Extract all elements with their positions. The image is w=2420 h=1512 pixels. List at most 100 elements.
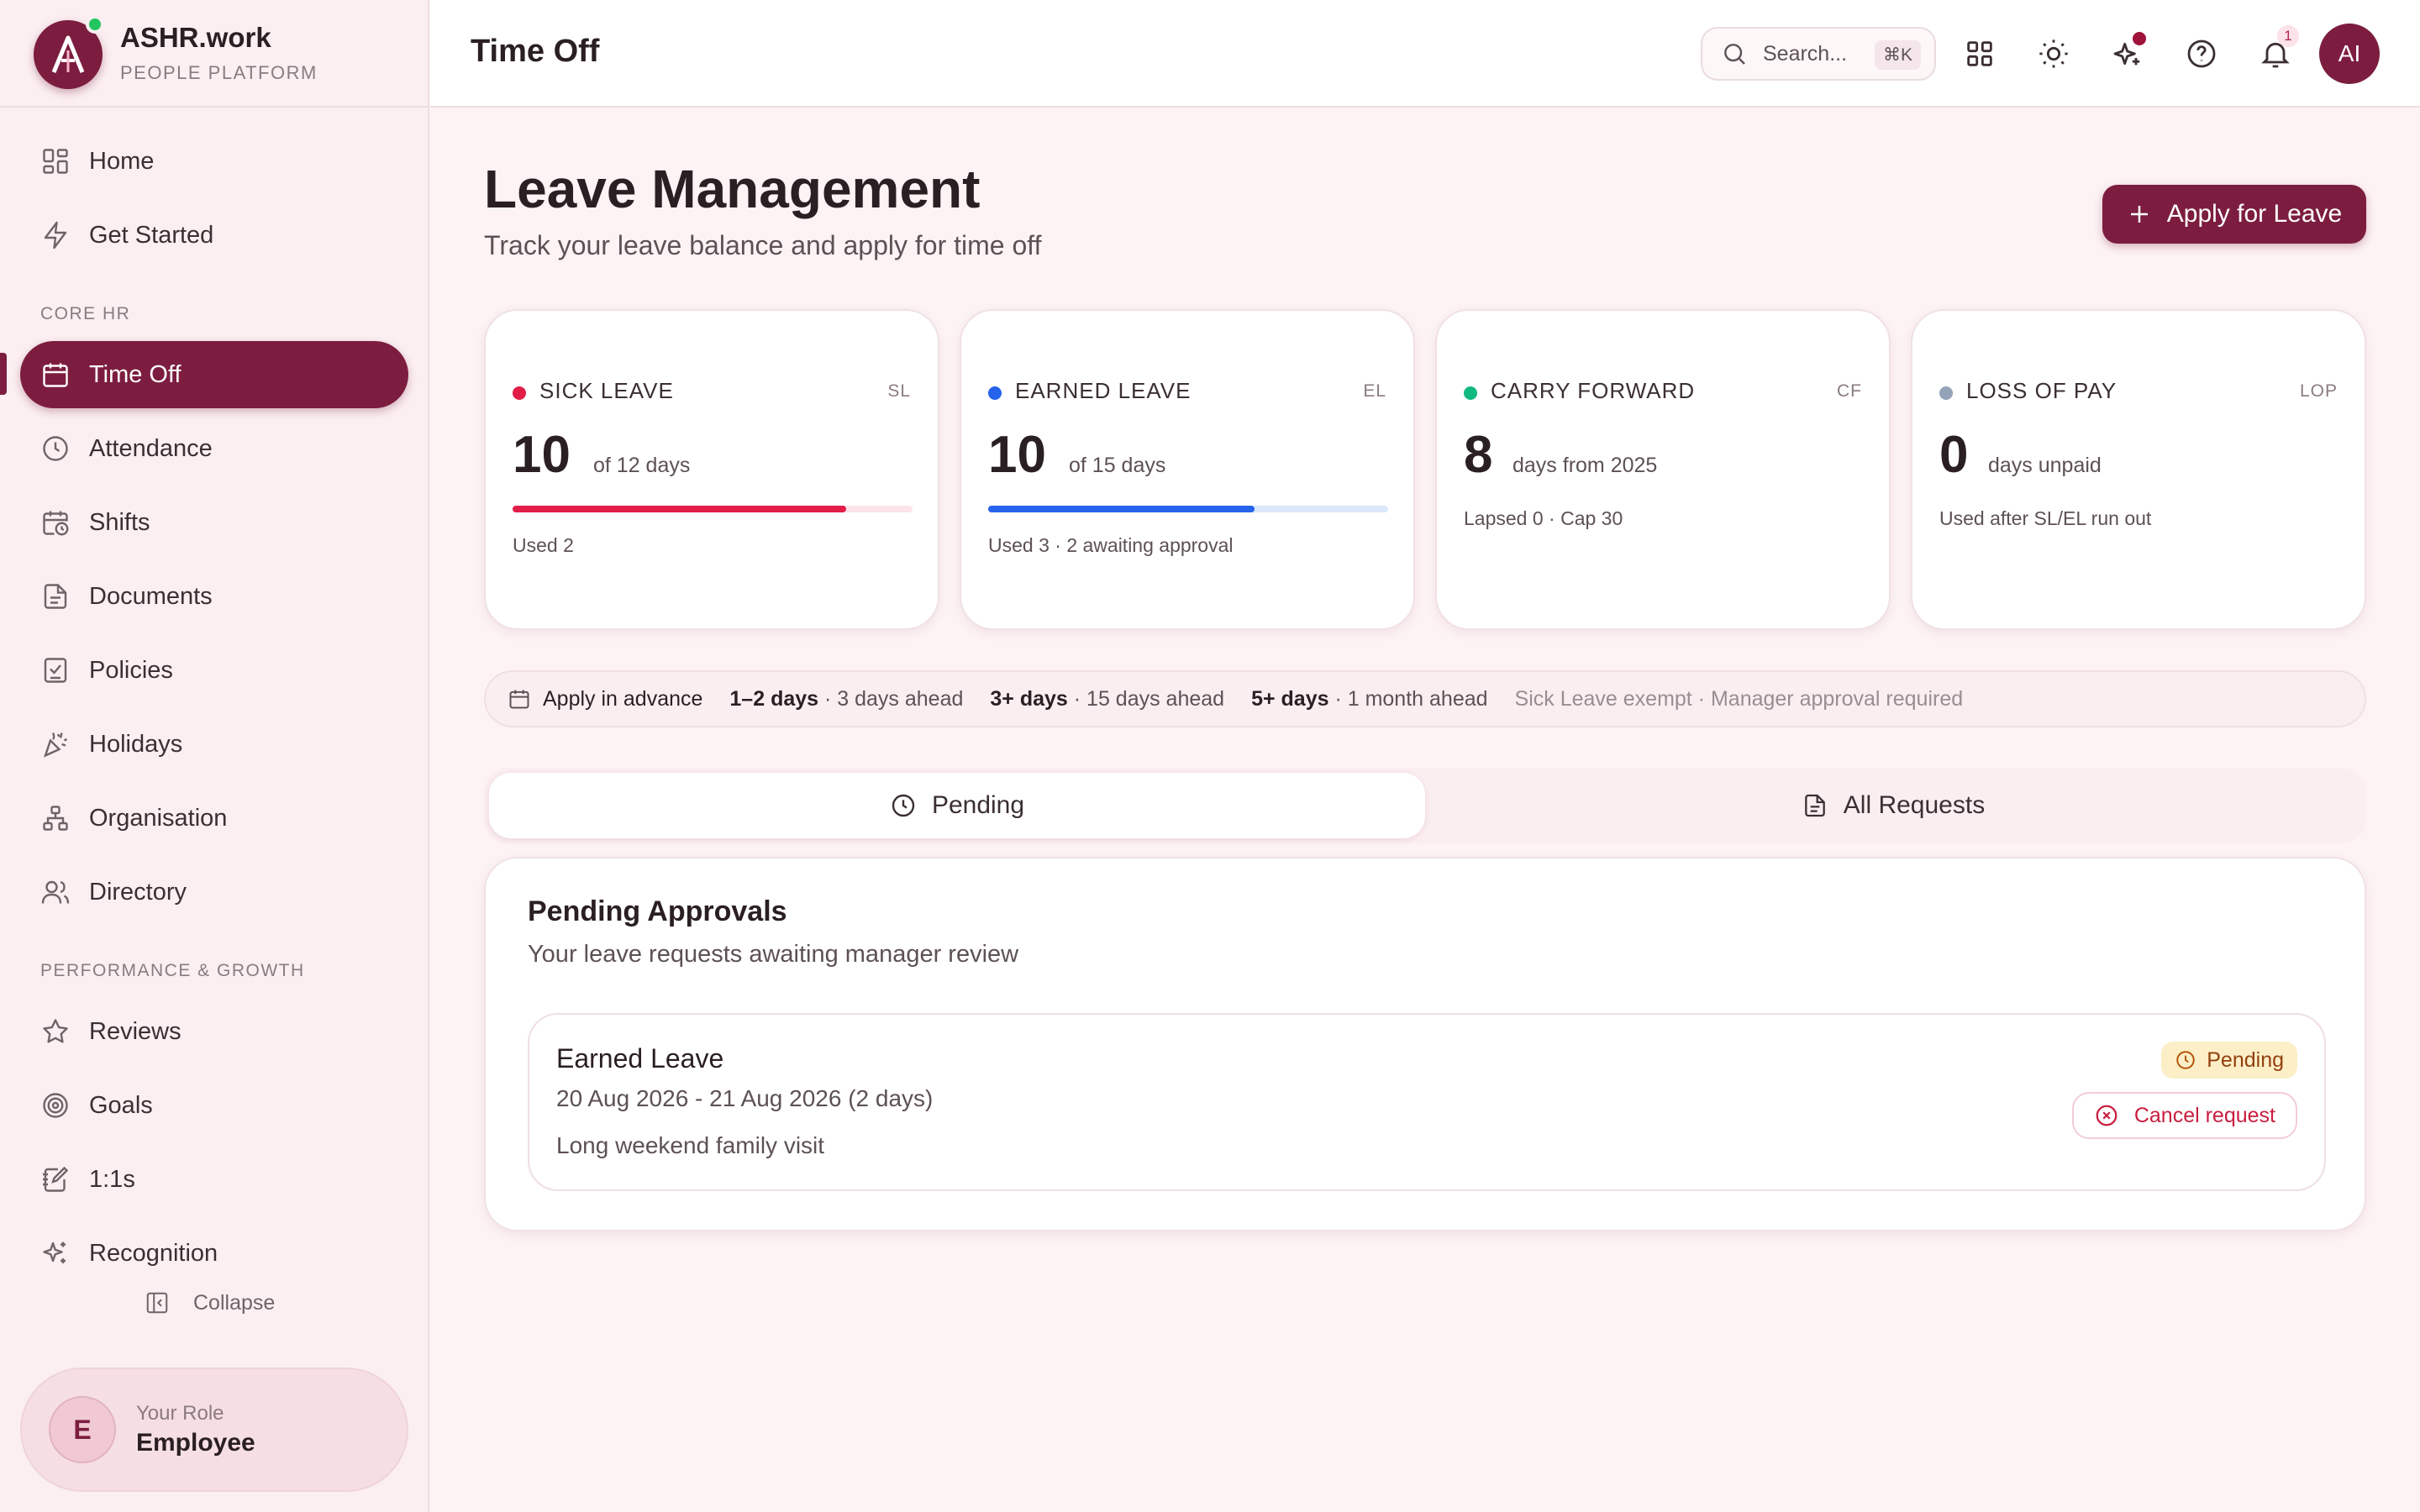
sidebar-item-label: Goals bbox=[89, 1091, 153, 1119]
policy-rule-text: · 1 month ahead bbox=[1328, 686, 1488, 711]
status-label: Pending bbox=[2207, 1047, 2284, 1072]
policy-label: Apply in advance bbox=[543, 686, 703, 711]
main-subtitle: Track your leave balance and apply for t… bbox=[484, 230, 1042, 260]
balance-card-loss-of-pay: LOSS OF PAY LOP 0 days unpaid Used after… bbox=[1911, 309, 2366, 630]
card-color-dot bbox=[513, 386, 526, 400]
clock-icon bbox=[2176, 1051, 2195, 1069]
card-unit: days from 2025 bbox=[1512, 454, 1658, 477]
role-label: Your Role bbox=[136, 1402, 224, 1425]
sidebar-item-label: Shifts bbox=[89, 508, 150, 536]
logo-a-icon bbox=[51, 35, 85, 73]
card-note: Used 2 bbox=[513, 534, 574, 556]
request-dates: 20 Aug 2026 - 21 Aug 2026 (2 days) bbox=[556, 1085, 934, 1111]
card-code: SL bbox=[887, 381, 911, 401]
online-status-dot bbox=[86, 15, 104, 34]
card-value: 8 bbox=[1464, 426, 1493, 484]
sidebar-item-policies[interactable]: Policies bbox=[20, 637, 408, 704]
sidebar-item-label: Reviews bbox=[89, 1017, 182, 1045]
policy-rule: 5+ days · 1 month ahead bbox=[1251, 687, 1487, 711]
sidebar-item-directory[interactable]: Directory bbox=[20, 858, 408, 926]
plus-icon bbox=[2130, 206, 2148, 223]
panel-collapse-icon bbox=[146, 1292, 168, 1314]
card-title: LOSS OF PAY bbox=[1966, 378, 2118, 403]
sidebar-item-holidays[interactable]: Holidays bbox=[20, 711, 408, 778]
card-note: Used 3 · 2 awaiting approval bbox=[988, 534, 1234, 556]
tab-pending[interactable]: Pending bbox=[489, 773, 1425, 838]
main-title: Leave Management bbox=[484, 159, 981, 219]
collapse-button[interactable]: Collapse bbox=[145, 1290, 275, 1315]
search-input[interactable]: Search... ⌘K bbox=[1701, 27, 1936, 81]
sidebar-item-attendance[interactable]: Attendance bbox=[20, 415, 408, 482]
tab-label: All Requests bbox=[1843, 791, 1986, 819]
card-title: SICK LEAVE bbox=[539, 378, 674, 403]
user-avatar[interactable]: AI bbox=[2319, 24, 2380, 84]
sidebar-item-home[interactable]: Home bbox=[20, 128, 408, 195]
role-value: Employee bbox=[136, 1429, 255, 1457]
sidebar-item-organisation[interactable]: Organisation bbox=[20, 785, 408, 852]
avatar: E bbox=[49, 1396, 116, 1463]
tab-all-requests[interactable]: All Requests bbox=[1425, 773, 2361, 838]
sidebar-item-goals[interactable]: Goals bbox=[20, 1072, 408, 1139]
card-color-dot bbox=[1464, 386, 1477, 400]
document-icon bbox=[1804, 794, 1825, 817]
sidebar-item-label: Policies bbox=[89, 656, 173, 684]
request-type: Earned Leave bbox=[556, 1043, 724, 1074]
sidebar-item-label: Documents bbox=[89, 582, 213, 610]
page-title: Time Off bbox=[471, 34, 600, 69]
role-info: Your Role Employee bbox=[136, 1402, 255, 1457]
card-value: 0 bbox=[1939, 426, 1969, 484]
target-icon bbox=[43, 1093, 68, 1118]
balance-progress-bar bbox=[988, 506, 1388, 512]
policy-rule-text: · 3 days ahead bbox=[818, 686, 964, 711]
sidebar-item-label: Recognition bbox=[89, 1239, 218, 1267]
party-popper-icon bbox=[43, 732, 68, 758]
sidebar-item-label: Attendance bbox=[89, 434, 213, 462]
card-code: CF bbox=[1837, 381, 1862, 401]
section-label-performance: PERFORMANCE & GROWTH bbox=[40, 961, 305, 980]
card-title: CARRY FORWARD bbox=[1491, 378, 1696, 403]
sun-icon[interactable] bbox=[2037, 37, 2070, 71]
policy-rule: 3+ days · 15 days ahead bbox=[990, 687, 1224, 711]
policy-rule-text: · 15 days ahead bbox=[1067, 686, 1225, 711]
apply-for-leave-button[interactable]: Apply for Leave bbox=[2102, 185, 2366, 244]
sidebar-item-label: Home bbox=[89, 147, 155, 175]
tab-label: Pending bbox=[931, 791, 1025, 819]
sidebar: ASHR.work PEOPLE PLATFORM Home Get Start… bbox=[0, 0, 429, 1512]
policy-rule-duration: 3+ days bbox=[990, 686, 1068, 711]
card-unit: of 15 days bbox=[1069, 454, 1166, 477]
sidebar-item-shifts[interactable]: Shifts bbox=[20, 489, 408, 556]
search-icon bbox=[1724, 44, 1745, 65]
help-icon[interactable] bbox=[2185, 37, 2218, 71]
grid-icon bbox=[43, 149, 68, 174]
apps-grid-icon[interactable] bbox=[1963, 37, 1996, 71]
sidebar-item-label: Organisation bbox=[89, 804, 228, 832]
calendar-icon bbox=[509, 690, 529, 709]
policy-rule: 1–2 days · 3 days ahead bbox=[729, 687, 963, 711]
sidebar-item-label: Time Off bbox=[89, 360, 182, 388]
role-card[interactable]: E Your Role Employee bbox=[20, 1368, 408, 1492]
calendar-clock-icon bbox=[43, 511, 69, 536]
card-note: Lapsed 0 · Cap 30 bbox=[1464, 507, 1623, 529]
brand-name: ASHR.work bbox=[120, 22, 271, 53]
search-shortcut: ⌘K bbox=[1874, 40, 1921, 70]
brand-subtitle: PEOPLE PLATFORM bbox=[120, 62, 318, 83]
policy-rule-duration: 1–2 days bbox=[729, 686, 819, 711]
cancel-request-button[interactable]: Cancel request bbox=[2071, 1092, 2297, 1139]
users-icon bbox=[41, 880, 70, 904]
sidebar-item-documents[interactable]: Documents bbox=[20, 563, 408, 630]
star-icon bbox=[43, 1019, 68, 1043]
balance-progress-bar bbox=[513, 506, 913, 512]
card-unit: days unpaid bbox=[1988, 454, 2102, 477]
notebook-pen-icon bbox=[43, 1166, 69, 1192]
policy-rule-duration: 5+ days bbox=[1251, 686, 1329, 711]
sidebar-item-get-started[interactable]: Get Started bbox=[20, 202, 408, 269]
x-circle-icon bbox=[2096, 1105, 2118, 1126]
lightning-icon bbox=[44, 221, 67, 249]
sidebar-item-reviews[interactable]: Reviews bbox=[20, 998, 408, 1065]
sidebar-item-recognition[interactable]: Recognition bbox=[20, 1220, 408, 1287]
card-value: 10 bbox=[513, 426, 571, 484]
sidebar-item-time-off[interactable]: Time Off bbox=[20, 341, 408, 408]
sidebar-item-label: Holidays bbox=[89, 730, 183, 758]
sidebar-item-one-on-ones[interactable]: 1:1s bbox=[20, 1146, 408, 1213]
calendar-icon bbox=[43, 363, 68, 387]
